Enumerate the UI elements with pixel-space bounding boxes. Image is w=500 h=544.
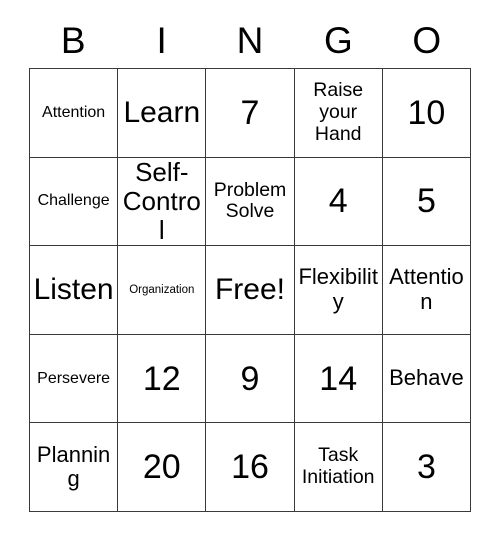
- bingo-cell[interactable]: Flexibility: [294, 246, 383, 335]
- bingo-cell-label: Attention: [389, 264, 464, 314]
- bingo-cell-label: Planning: [36, 441, 111, 492]
- bingo-cell-label: 14: [319, 359, 358, 398]
- bingo-header-letter-b: B: [60, 19, 86, 61]
- bingo-cell[interactable]: 5: [382, 157, 472, 247]
- bingo-cell[interactable]: 9: [206, 334, 295, 424]
- bingo-cell-label: Organization: [129, 283, 195, 296]
- bingo-grid: Attention Learn 7 Raise your Hand 10 Cha…: [29, 68, 472, 512]
- bingo-cell-label: 10: [407, 93, 446, 132]
- bingo-cell-label: Behave: [389, 365, 464, 391]
- bingo-cell-label: Problem Solve: [213, 178, 287, 223]
- bingo-cell[interactable]: 20: [118, 423, 207, 512]
- bingo-header-letter-i: I: [156, 19, 167, 61]
- bingo-cell[interactable]: 14: [294, 334, 383, 424]
- bingo-cell[interactable]: Behave: [382, 334, 472, 424]
- bingo-cell[interactable]: Attention: [30, 69, 119, 158]
- bingo-cell[interactable]: Task Initiation: [294, 423, 383, 512]
- bingo-cell-label: 16: [231, 448, 269, 487]
- bingo-header-row: B I N G O: [29, 12, 471, 68]
- bingo-cell[interactable]: 16: [206, 423, 295, 512]
- bingo-header-letter-g: G: [323, 19, 353, 61]
- bingo-row: Listen Organization Free! Flexibility At…: [30, 246, 472, 335]
- bingo-cell[interactable]: 4: [294, 157, 383, 247]
- bingo-cell[interactable]: 10: [382, 69, 472, 158]
- bingo-cell[interactable]: Challenge: [30, 157, 119, 247]
- bingo-cell[interactable]: Attention: [382, 246, 472, 335]
- bingo-cell-label: 9: [240, 359, 260, 398]
- bingo-cell-label: Learn: [123, 96, 201, 129]
- bingo-header-letter-o: O: [412, 19, 442, 61]
- bingo-cell-free-space[interactable]: Free!: [206, 246, 295, 335]
- bingo-cell[interactable]: Planning: [30, 423, 119, 512]
- bingo-cell[interactable]: 3: [382, 423, 472, 512]
- bingo-row: Planning 20 16 Task Initiation 3: [30, 423, 472, 512]
- bingo-row: Challenge Self-Control Problem Solve 4 5: [30, 157, 472, 247]
- bingo-cell-label: Raise your Hand: [313, 79, 364, 145]
- bingo-cell-label: Challenge: [37, 192, 110, 210]
- bingo-cell-label: Self-Control: [122, 157, 201, 245]
- bingo-row: Persevere 12 9 14 Behave: [30, 334, 472, 424]
- bingo-cell-label: 12: [142, 359, 181, 398]
- bingo-cell[interactable]: Organization: [118, 246, 207, 335]
- bingo-cell-label: Listen: [33, 273, 114, 307]
- bingo-cell[interactable]: 12: [118, 334, 207, 424]
- bingo-row: Attention Learn 7 Raise your Hand 10: [30, 69, 472, 158]
- bingo-cell-label: Free!: [214, 273, 286, 307]
- bingo-cell-label: 5: [416, 182, 436, 221]
- bingo-cell[interactable]: Problem Solve: [206, 157, 295, 247]
- bingo-cell[interactable]: Listen: [30, 246, 119, 335]
- bingo-cell-label: Flexibility: [298, 264, 378, 314]
- bingo-cell[interactable]: Raise your Hand: [294, 69, 383, 158]
- bingo-cell[interactable]: Persevere: [30, 334, 119, 424]
- bingo-cell-label: 7: [240, 93, 260, 132]
- bingo-cell[interactable]: Self-Control: [118, 157, 207, 247]
- bingo-card: B I N G O Attention Learn 7 Raise your H…: [29, 12, 472, 512]
- bingo-header-letter-n: N: [236, 19, 264, 61]
- bingo-cell-label: 3: [416, 448, 436, 487]
- bingo-cell-label: Task Initiation: [301, 444, 375, 489]
- bingo-cell-label: 20: [142, 448, 181, 487]
- bingo-cell[interactable]: 7: [206, 69, 295, 158]
- bingo-cell-label: 4: [328, 182, 348, 221]
- bingo-cell[interactable]: Learn: [118, 69, 207, 158]
- bingo-cell-label: Attention: [42, 103, 106, 121]
- bingo-cell-label: Persevere: [37, 369, 111, 387]
